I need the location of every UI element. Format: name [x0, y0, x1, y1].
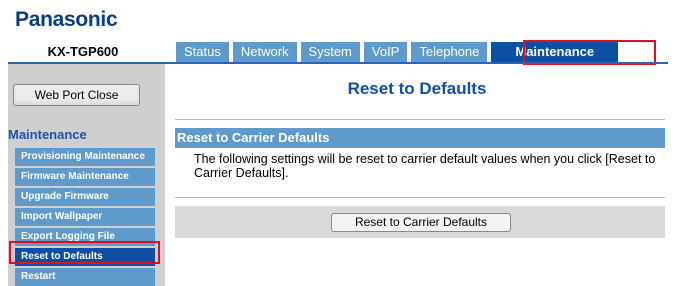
web-port-close-button[interactable]: Web Port Close	[13, 84, 140, 106]
page-title: Reset to Defaults	[347, 79, 487, 98]
sidebar-item-firmware-maintenance[interactable]: Firmware Maintenance	[15, 168, 155, 186]
model-name: KX-TGP600	[47, 44, 119, 59]
sidebar-menu-title: Maintenance	[8, 127, 87, 142]
sidebar-item-upgrade-firmware[interactable]: Upgrade Firmware	[15, 188, 155, 206]
sidebar-menu: Provisioning Maintenance Firmware Mainte…	[15, 148, 155, 286]
main-content: Reset to Defaults Reset to Carrier Defau…	[166, 64, 668, 286]
section-divider	[175, 197, 665, 198]
sidebar-item-provisioning-maintenance[interactable]: Provisioning Maintenance	[15, 148, 155, 166]
reset-to-carrier-defaults-button[interactable]: Reset to Carrier Defaults	[331, 213, 511, 232]
sidebar-item-restart[interactable]: Restart	[15, 268, 155, 286]
tab-voip[interactable]: VoIP	[363, 42, 408, 62]
sidebar-item-import-wallpaper[interactable]: Import Wallpaper	[15, 208, 155, 226]
title-divider	[175, 119, 665, 120]
tab-system[interactable]: System	[300, 42, 360, 62]
section-description: The following settings will be reset to …	[194, 152, 656, 180]
tab-telephone[interactable]: Telephone	[411, 42, 488, 62]
section-header: Reset to Carrier Defaults	[175, 128, 665, 148]
tab-network[interactable]: Network	[232, 42, 297, 62]
menu-highlight-box	[9, 241, 160, 264]
app-root: Panasonic KX-TGP600 Status Network Syste…	[0, 0, 683, 286]
tab-status[interactable]: Status	[176, 42, 229, 62]
button-area: Reset to Carrier Defaults	[175, 206, 665, 238]
brand-logo: Panasonic	[15, 8, 118, 31]
